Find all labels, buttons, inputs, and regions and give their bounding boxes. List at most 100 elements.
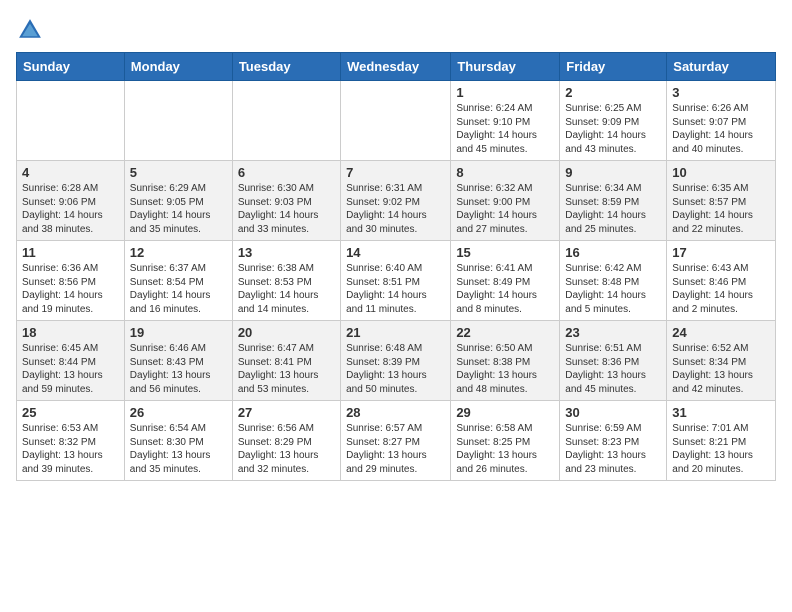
cell-content: Sunrise: 6:30 AM Sunset: 9:03 PM Dayligh…	[238, 182, 335, 236]
calendar-cell: 3Sunrise: 6:26 AM Sunset: 9:07 PM Daylig…	[667, 81, 776, 161]
calendar-cell: 24 Sunrise: 6:52 AM Sunset: 8:34 PM Dayli…	[667, 321, 776, 401]
cell-content: Sunrise: 6:29 AM Sunset: 9:05 PM Dayligh…	[130, 182, 227, 236]
calendar-cell: 30 Sunrise: 6:59 AM Sunset: 8:23 PM Dayli…	[560, 401, 667, 481]
calendar-cell: 14 Sunrise: 6:40 AM Sunset: 8:51 PM Dayli…	[341, 241, 451, 321]
cell-content: Sunrise: 6:58 AM Sunset: 8:25 PM Dayligh…	[456, 422, 554, 476]
calendar-cell: 28 Sunrise: 6:57 AM Sunset: 8:27 PM Dayli…	[341, 401, 451, 481]
calendar-week-3: 11 Sunrise: 6:36 AM Sunset: 8:56 PM Dayli…	[17, 241, 776, 321]
cell-content: Sunrise: 6:50 AM Sunset: 8:38 PM Dayligh…	[456, 342, 554, 396]
calendar-cell	[232, 81, 340, 161]
day-number: 21	[346, 325, 445, 340]
header-cell-monday: Monday	[124, 53, 232, 81]
day-number: 10	[672, 165, 770, 180]
day-number: 31	[672, 405, 770, 420]
cell-content: Sunrise: 6:59 AM Sunset: 8:23 PM Dayligh…	[565, 422, 661, 476]
day-number: 28	[346, 405, 445, 420]
cell-content: Sunrise: 6:52 AM Sunset: 8:34 PM Dayligh…	[672, 342, 770, 396]
day-number: 3	[672, 85, 770, 100]
calendar-week-1: 1 Sunrise: 6:24 AM Sunset: 9:10 PM Daylig…	[17, 81, 776, 161]
cell-content: Sunrise: 6:57 AM Sunset: 8:27 PM Dayligh…	[346, 422, 445, 476]
cell-content: Sunrise: 6:41 AM Sunset: 8:49 PM Dayligh…	[456, 262, 554, 316]
cell-content: Sunrise: 6:38 AM Sunset: 8:53 PM Dayligh…	[238, 262, 335, 316]
calendar-cell: 4 Sunrise: 6:28 AM Sunset: 9:06 PM Daylig…	[17, 161, 125, 241]
calendar-cell: 29 Sunrise: 6:58 AM Sunset: 8:25 PM Dayli…	[451, 401, 560, 481]
page-header	[16, 16, 776, 44]
calendar-cell: 25Sunrise: 6:53 AM Sunset: 8:32 PM Dayli…	[17, 401, 125, 481]
cell-content: Sunrise: 7:01 AM Sunset: 8:21 PM Dayligh…	[672, 422, 770, 476]
calendar-week-4: 18Sunrise: 6:45 AM Sunset: 8:44 PM Dayli…	[17, 321, 776, 401]
cell-content: Sunrise: 6:53 AM Sunset: 8:32 PM Dayligh…	[22, 422, 119, 476]
logo-icon	[16, 16, 44, 44]
cell-content: Sunrise: 6:51 AM Sunset: 8:36 PM Dayligh…	[565, 342, 661, 396]
calendar-cell: 15 Sunrise: 6:41 AM Sunset: 8:49 PM Dayli…	[451, 241, 560, 321]
day-number: 5	[130, 165, 227, 180]
day-number: 12	[130, 245, 227, 260]
calendar-cell: 6Sunrise: 6:30 AM Sunset: 9:03 PM Daylig…	[232, 161, 340, 241]
day-number: 16	[565, 245, 661, 260]
calendar-cell: 11 Sunrise: 6:36 AM Sunset: 8:56 PM Dayli…	[17, 241, 125, 321]
calendar-cell: 16 Sunrise: 6:42 AM Sunset: 8:48 PM Dayli…	[560, 241, 667, 321]
day-number: 19	[130, 325, 227, 340]
day-number: 29	[456, 405, 554, 420]
header-cell-saturday: Saturday	[667, 53, 776, 81]
cell-content: Sunrise: 6:48 AM Sunset: 8:39 PM Dayligh…	[346, 342, 445, 396]
day-number: 11	[22, 245, 119, 260]
calendar-cell: 26 Sunrise: 6:54 AM Sunset: 8:30 PM Dayli…	[124, 401, 232, 481]
day-number: 4	[22, 165, 119, 180]
day-number: 14	[346, 245, 445, 260]
cell-content: Sunrise: 6:40 AM Sunset: 8:51 PM Dayligh…	[346, 262, 445, 316]
day-number: 26	[130, 405, 227, 420]
calendar-cell: 19 Sunrise: 6:46 AM Sunset: 8:43 PM Dayli…	[124, 321, 232, 401]
calendar-week-2: 4 Sunrise: 6:28 AM Sunset: 9:06 PM Daylig…	[17, 161, 776, 241]
calendar-cell: 27 Sunrise: 6:56 AM Sunset: 8:29 PM Dayli…	[232, 401, 340, 481]
calendar-cell	[124, 81, 232, 161]
cell-content: Sunrise: 6:37 AM Sunset: 8:54 PM Dayligh…	[130, 262, 227, 316]
calendar-cell: 22Sunrise: 6:50 AM Sunset: 8:38 PM Dayli…	[451, 321, 560, 401]
cell-content: Sunrise: 6:35 AM Sunset: 8:57 PM Dayligh…	[672, 182, 770, 236]
day-number: 15	[456, 245, 554, 260]
cell-content: Sunrise: 6:25 AM Sunset: 9:09 PM Dayligh…	[565, 102, 661, 156]
day-number: 27	[238, 405, 335, 420]
day-number: 13	[238, 245, 335, 260]
day-number: 7	[346, 165, 445, 180]
calendar-cell: 8 Sunrise: 6:32 AM Sunset: 9:00 PM Daylig…	[451, 161, 560, 241]
header-row: SundayMondayTuesdayWednesdayThursdayFrid…	[17, 53, 776, 81]
day-number: 8	[456, 165, 554, 180]
calendar-header: SundayMondayTuesdayWednesdayThursdayFrid…	[17, 53, 776, 81]
calendar-cell	[17, 81, 125, 161]
cell-content: Sunrise: 6:46 AM Sunset: 8:43 PM Dayligh…	[130, 342, 227, 396]
calendar-cell: 17 Sunrise: 6:43 AM Sunset: 8:46 PM Dayli…	[667, 241, 776, 321]
day-number: 2	[565, 85, 661, 100]
day-number: 23	[565, 325, 661, 340]
calendar-cell: 12 Sunrise: 6:37 AM Sunset: 8:54 PM Dayli…	[124, 241, 232, 321]
header-cell-wednesday: Wednesday	[341, 53, 451, 81]
calendar-week-5: 25Sunrise: 6:53 AM Sunset: 8:32 PM Dayli…	[17, 401, 776, 481]
cell-content: Sunrise: 6:36 AM Sunset: 8:56 PM Dayligh…	[22, 262, 119, 316]
cell-content: Sunrise: 6:28 AM Sunset: 9:06 PM Dayligh…	[22, 182, 119, 236]
cell-content: Sunrise: 6:54 AM Sunset: 8:30 PM Dayligh…	[130, 422, 227, 476]
calendar-cell: 21 Sunrise: 6:48 AM Sunset: 8:39 PM Dayli…	[341, 321, 451, 401]
calendar-cell: 2 Sunrise: 6:25 AM Sunset: 9:09 PM Daylig…	[560, 81, 667, 161]
cell-content: Sunrise: 6:32 AM Sunset: 9:00 PM Dayligh…	[456, 182, 554, 236]
cell-content: Sunrise: 6:42 AM Sunset: 8:48 PM Dayligh…	[565, 262, 661, 316]
cell-content: Sunrise: 6:34 AM Sunset: 8:59 PM Dayligh…	[565, 182, 661, 236]
cell-content: Sunrise: 6:24 AM Sunset: 9:10 PM Dayligh…	[456, 102, 554, 156]
day-number: 9	[565, 165, 661, 180]
cell-content: Sunrise: 6:56 AM Sunset: 8:29 PM Dayligh…	[238, 422, 335, 476]
calendar-cell: 20Sunrise: 6:47 AM Sunset: 8:41 PM Dayli…	[232, 321, 340, 401]
day-number: 24	[672, 325, 770, 340]
day-number: 20	[238, 325, 335, 340]
day-number: 18	[22, 325, 119, 340]
header-cell-tuesday: Tuesday	[232, 53, 340, 81]
header-cell-friday: Friday	[560, 53, 667, 81]
calendar-cell: 9 Sunrise: 6:34 AM Sunset: 8:59 PM Daylig…	[560, 161, 667, 241]
calendar-cell: 7 Sunrise: 6:31 AM Sunset: 9:02 PM Daylig…	[341, 161, 451, 241]
calendar-cell	[341, 81, 451, 161]
day-number: 1	[456, 85, 554, 100]
calendar-cell: 13 Sunrise: 6:38 AM Sunset: 8:53 PM Dayli…	[232, 241, 340, 321]
cell-content: Sunrise: 6:43 AM Sunset: 8:46 PM Dayligh…	[672, 262, 770, 316]
day-number: 30	[565, 405, 661, 420]
calendar-table: SundayMondayTuesdayWednesdayThursdayFrid…	[16, 52, 776, 481]
day-number: 17	[672, 245, 770, 260]
cell-content: Sunrise: 6:31 AM Sunset: 9:02 PM Dayligh…	[346, 182, 445, 236]
